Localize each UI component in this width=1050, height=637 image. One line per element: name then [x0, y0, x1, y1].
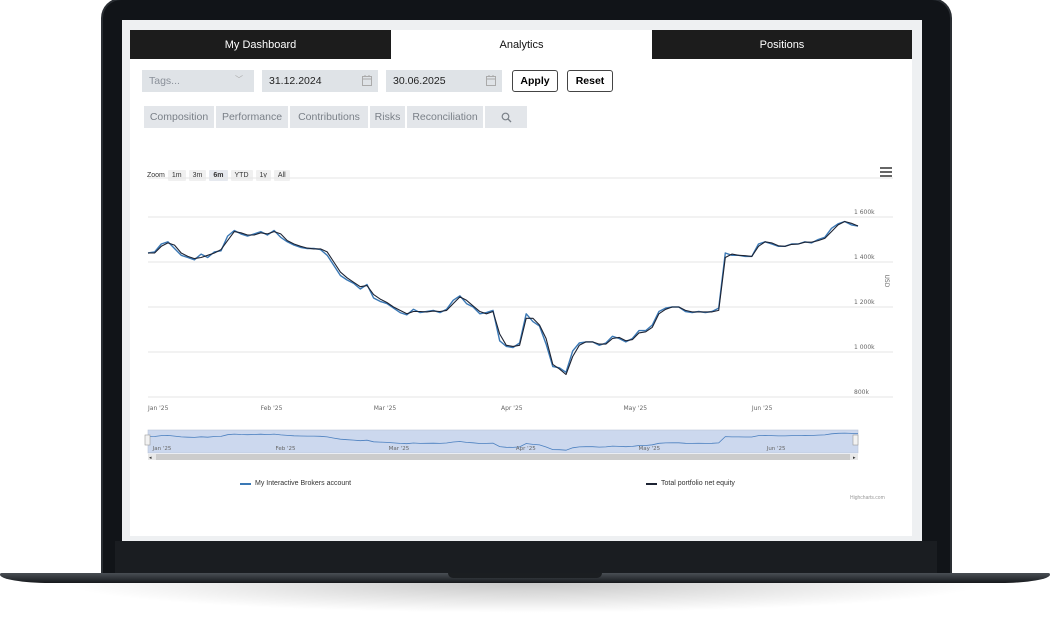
navigator-tick-label: Mar '25 — [389, 446, 410, 452]
scrollbar-thumb — [156, 454, 850, 460]
navigator-handle-right — [852, 434, 859, 446]
x-tick-label: Jan '25 — [147, 405, 169, 412]
subtab-risks[interactable]: Risks — [370, 106, 405, 128]
date-from-field[interactable]: 31.12.2024 — [262, 70, 378, 92]
navigator-tick-label: Apr '25 — [516, 446, 536, 452]
reset-button[interactable]: Reset — [567, 70, 613, 92]
subtab-composition[interactable]: Composition — [144, 106, 214, 128]
legend-swatch-ib — [240, 482, 251, 485]
navigator-window — [147, 429, 859, 454]
legend-label-net-equity: Total portfolio net equity — [661, 480, 735, 487]
legend-item-ib-account[interactable]: My Interactive Brokers account — [240, 480, 351, 487]
subtab-reconciliation[interactable]: Reconciliation — [407, 106, 483, 128]
chevron-down-icon: ﹀ — [235, 75, 243, 84]
navigator-tick-label: May '25 — [638, 446, 660, 452]
y-tick-label: 800k — [854, 389, 869, 396]
y-tick-label: 1 400k — [854, 254, 875, 261]
calendar-icon — [486, 75, 496, 86]
tags-placeholder: Tags... — [149, 75, 180, 87]
main-tabs: My Dashboard Analytics Positions — [130, 30, 912, 59]
legend-item-net-equity[interactable]: Total portfolio net equity — [646, 480, 735, 487]
subtab-contributions[interactable]: Contributions — [290, 106, 368, 128]
calendar-icon — [362, 75, 372, 86]
laptop-shadow — [60, 583, 990, 613]
tags-select[interactable]: Tags... ﹀ — [142, 70, 254, 92]
x-tick-label: Jun '25 — [751, 405, 773, 412]
laptop-chin — [115, 541, 937, 575]
legend-label-ib: My Interactive Brokers account — [255, 480, 352, 487]
tab-positions[interactable]: Positions — [652, 30, 912, 59]
legend-swatch-net-equity — [646, 482, 657, 485]
y-tick-label: 1 200k — [854, 299, 875, 306]
analytics-subtabs: Composition Performance Contributions Ri… — [144, 106, 529, 128]
subtab-performance[interactable]: Performance — [216, 106, 288, 128]
series-line — [147, 220, 859, 373]
x-tick-label: Mar '25 — [374, 405, 397, 412]
navigator-tick-label: Jan '25 — [152, 446, 172, 452]
tab-analytics[interactable]: Analytics — [391, 30, 652, 59]
subtab-search[interactable] — [485, 106, 527, 128]
y-axis-label: USD — [883, 275, 890, 288]
navigator-tick-label: Feb '25 — [275, 446, 295, 452]
screen: My Dashboard Analytics Positions Tags...… — [122, 20, 922, 541]
laptop-notch — [448, 573, 602, 578]
navigator-handle-left — [144, 434, 151, 446]
x-tick-label: May '25 — [624, 405, 648, 412]
y-tick-label: 1 600k — [854, 209, 875, 216]
x-tick-label: Feb '25 — [261, 405, 283, 412]
apply-button[interactable]: Apply — [512, 70, 558, 92]
y-tick-label: 1 000k — [854, 344, 875, 351]
x-tick-label: Apr '25 — [501, 405, 523, 412]
search-icon — [501, 112, 511, 122]
highcharts-credit[interactable]: Highcharts.com — [850, 495, 885, 501]
analytics-panel: My Dashboard Analytics Positions Tags...… — [130, 30, 912, 536]
equity-chart: 800k 1 000k 1 200k 1 400k 1 600k USD Jan '25 Fe… — [144, 177, 893, 461]
date-to-field[interactable]: 30.06.2025 — [386, 70, 502, 92]
navigator-tick-label: Jun '25 — [766, 446, 786, 452]
date-from-value: 31.12.2024 — [269, 75, 322, 87]
tab-my-dashboard[interactable]: My Dashboard — [130, 30, 391, 59]
date-to-value: 30.06.2025 — [393, 75, 446, 87]
